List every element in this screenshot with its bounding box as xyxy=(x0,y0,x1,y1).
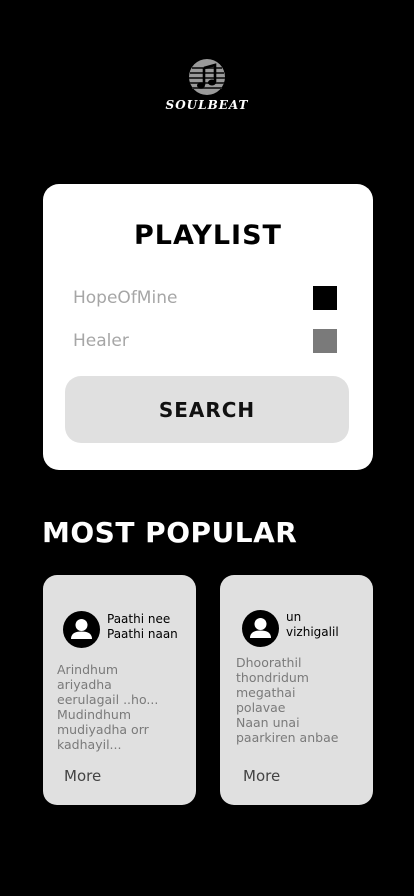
song-title: Paathi nee Paathi naan xyxy=(107,612,178,641)
more-link[interactable]: More xyxy=(64,767,101,785)
user-avatar-icon xyxy=(242,610,279,647)
playlist-title: PLAYLIST xyxy=(134,220,282,251)
most-popular-heading: MOST POPULAR xyxy=(42,516,298,549)
popular-card[interactable]: Paathi nee Paathi naan Arindhum ariyadha… xyxy=(43,575,196,805)
playlist-item-hopeofmine[interactable]: HopeOfMine xyxy=(73,286,343,310)
user-avatar-icon xyxy=(63,611,100,648)
more-link[interactable]: More xyxy=(243,767,280,785)
app-logo: SOULBEAT xyxy=(0,58,414,118)
playlist-item-healer[interactable]: Healer xyxy=(73,329,343,353)
music-note-icon xyxy=(189,59,225,95)
popular-card[interactable]: un vizhigalil Dhoorathil thondridum mega… xyxy=(220,575,373,805)
search-button[interactable]: SEARCH xyxy=(65,376,349,443)
playlist-item-label: HopeOfMine xyxy=(73,288,178,308)
playlist-card: PLAYLIST HopeOfMine Healer SEARCH xyxy=(43,184,373,470)
playlist-checkbox[interactable] xyxy=(313,286,337,310)
playlist-item-label: Healer xyxy=(73,331,129,351)
song-lyrics-preview: Arindhum ariyadha eerulagail ..ho... Mud… xyxy=(57,662,159,752)
playlist-checkbox[interactable] xyxy=(313,329,337,353)
brand-name: SOULBEAT xyxy=(165,98,249,112)
song-lyrics-preview: Dhoorathil thondridum megathai polavae N… xyxy=(236,655,339,745)
song-title: un vizhigalil xyxy=(286,610,339,639)
